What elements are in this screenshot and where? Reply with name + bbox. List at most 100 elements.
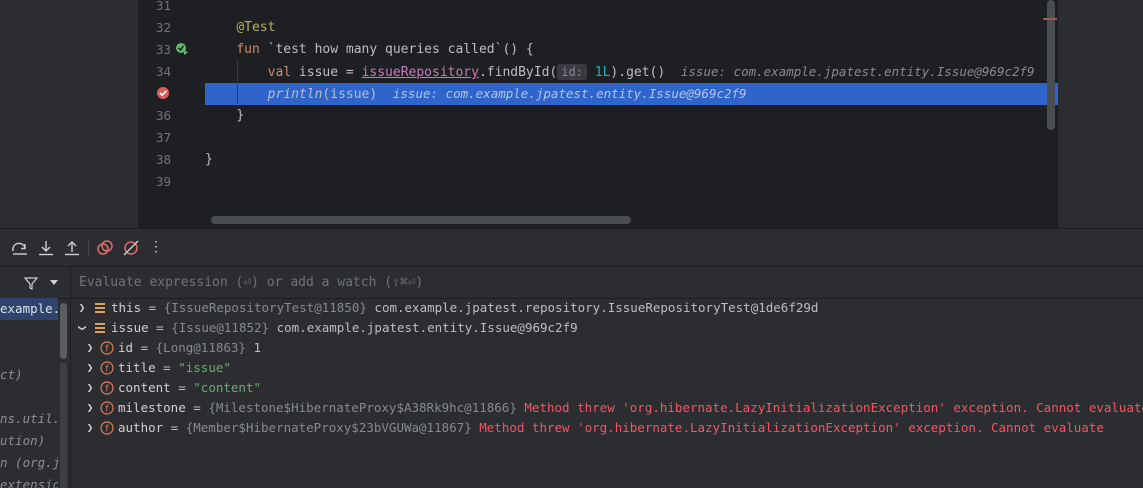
code-text: (issue)	[322, 87, 378, 102]
filter-icon[interactable]	[24, 276, 38, 290]
chevron-right-icon[interactable]: ❯	[77, 298, 87, 318]
object-variable-icon	[95, 303, 105, 313]
val-keyword: val	[267, 65, 292, 80]
code-line-33: fun `test how many queries called`() {	[205, 39, 1058, 61]
chevron-right-icon[interactable]: ❯	[85, 358, 95, 378]
evaluate-expression-input[interactable]: Evaluate expression (⏎) or add a watch (…	[71, 267, 1143, 299]
code-line-38: }	[205, 149, 1058, 171]
field-icon: f	[100, 341, 114, 355]
frame-item[interactable]: extensio	[0, 474, 58, 488]
test-annotation: @Test	[236, 20, 276, 35]
variable-name: author	[118, 420, 164, 435]
frame-item[interactable]: example.j	[0, 298, 58, 320]
field-icon: f	[100, 361, 114, 375]
chevron-right-icon[interactable]: ❯	[85, 378, 95, 398]
code-line-34: val issue = issueRepository.findById(id:…	[205, 61, 1058, 83]
step-over-icon[interactable]	[11, 239, 29, 257]
variables-panel: Evaluate expression (⏎) or add a watch (…	[71, 267, 1143, 488]
variable-type: {IssueRepositoryTest@11850}	[163, 300, 367, 315]
frames-scroll-track	[60, 363, 67, 488]
chevron-right-icon[interactable]: ❯	[85, 338, 95, 358]
variable-row[interactable]: ❯ f title = "issue"	[71, 358, 1143, 378]
line-number: 37	[155, 130, 171, 145]
debug-toolbar: ⋮	[0, 228, 1143, 267]
chevron-right-icon[interactable]: ❯	[85, 398, 95, 418]
field-icon: f	[100, 381, 114, 395]
code-editor[interactable]: 31 32 33 34 35 36 37 38 39 @Test fun `te…	[0, 0, 1143, 228]
line-number: 38	[155, 152, 171, 167]
run-test-icon[interactable]	[175, 42, 189, 56]
code-text: }	[205, 152, 213, 167]
more-icon[interactable]: ⋮	[147, 238, 165, 256]
mute-breakpoints-icon[interactable]	[122, 239, 140, 257]
svg-text:f: f	[105, 425, 109, 435]
indent-guide	[237, 60, 238, 104]
view-breakpoints-icon[interactable]	[96, 239, 114, 257]
object-variable-icon	[95, 323, 105, 333]
chevron-right-icon[interactable]: ❯	[85, 418, 95, 438]
variable-value: "content"	[193, 380, 261, 395]
line-number: 39	[155, 174, 171, 189]
inline-debug-value: issue: com.example.jpatest.entity.Issue@…	[680, 64, 1035, 79]
horizontal-scrollbar[interactable]	[211, 216, 631, 224]
variable-row[interactable]: ❯ f content = "content"	[71, 378, 1143, 398]
field-icon: f	[100, 421, 114, 435]
variable-name: id	[118, 340, 134, 355]
frame-item[interactable]: ct)	[0, 364, 58, 386]
line-number: 33	[155, 42, 171, 57]
step-into-icon[interactable]	[37, 239, 55, 257]
variable-type: {Long@11863}	[155, 340, 246, 355]
step-out-icon[interactable]	[63, 239, 81, 257]
variable-value: com.example.jpatest.repository.IssueRepo…	[374, 300, 819, 315]
field-icon: f	[100, 401, 114, 415]
inline-debug-value: issue: com.example.jpatest.entity.Issue@…	[392, 86, 747, 101]
println-call: println	[267, 87, 323, 102]
code-text: }	[236, 108, 245, 123]
code-text: issue =	[291, 65, 362, 80]
variable-name: title	[118, 360, 156, 375]
variable-row[interactable]: ❯ this = {IssueRepositoryTest@11850} com…	[71, 298, 1143, 318]
svg-text:f: f	[105, 385, 109, 395]
editor-side-panel	[0, 0, 139, 228]
variable-row[interactable]: ❯ issue = {Issue@11852} com.example.jpat…	[71, 318, 1143, 338]
frames-scrollbar[interactable]	[60, 303, 67, 359]
frames-header	[0, 267, 70, 299]
variable-row[interactable]: ❯ f milestone = {Milestone$HibernateProx…	[71, 398, 1143, 418]
line-number: 32	[155, 20, 171, 35]
line-number: 34	[155, 64, 171, 79]
param-hint: id:	[557, 64, 587, 80]
frame-item[interactable]: n (org.j	[0, 452, 58, 474]
code-text: ).get()	[610, 65, 666, 80]
code-line-36: }	[205, 105, 1058, 127]
error-stripe-mark[interactable]	[1043, 18, 1057, 20]
variable-name: milestone	[118, 400, 186, 415]
toolbar-separator	[88, 239, 89, 257]
function-name: `test how many queries called`	[267, 42, 503, 57]
variable-value: "issue"	[178, 360, 231, 375]
line-number: 31	[155, 0, 171, 13]
number-literal: 1L	[594, 65, 611, 80]
variable-name: content	[118, 380, 171, 395]
svg-text:f: f	[105, 405, 109, 415]
code-text: .findById(	[478, 65, 558, 80]
variable-name: this	[111, 300, 142, 315]
svg-text:f: f	[105, 345, 109, 355]
code-area[interactable]: @Test fun `test how many queries called`…	[205, 0, 1058, 212]
current-execution-line: println(issue) issue: com.example.jpates…	[205, 83, 1058, 105]
breakpoint-icon[interactable]	[156, 86, 170, 100]
code-line-32: @Test	[205, 17, 1058, 39]
issue-repository-ref[interactable]: issueRepository	[362, 65, 479, 80]
variable-row[interactable]: ❯ f id = {Long@11863} 1	[71, 338, 1143, 358]
variable-type: {Member$HibernateProxy$23bVGUWa@11867}	[185, 420, 472, 435]
fun-keyword: fun	[236, 42, 260, 57]
variable-error: Method threw 'org.hibernate.LazyInitiali…	[524, 400, 1143, 415]
frame-item[interactable]: ution)	[0, 430, 58, 452]
variable-type: {Milestone$HibernateProxy$A38Rk9hc@11866…	[208, 400, 517, 415]
frames-panel: example.j ct) ns.util. ution) n (org.j e…	[0, 267, 71, 488]
variable-name: issue	[111, 320, 149, 335]
chevron-down-icon[interactable]	[49, 279, 59, 287]
frame-item[interactable]: ns.util.	[0, 408, 58, 430]
variable-row[interactable]: ❯ f author = {Member$HibernateProxy$23bV…	[71, 418, 1143, 438]
variable-type: {Issue@11852}	[171, 320, 270, 335]
chevron-down-icon[interactable]: ❯	[72, 323, 92, 333]
